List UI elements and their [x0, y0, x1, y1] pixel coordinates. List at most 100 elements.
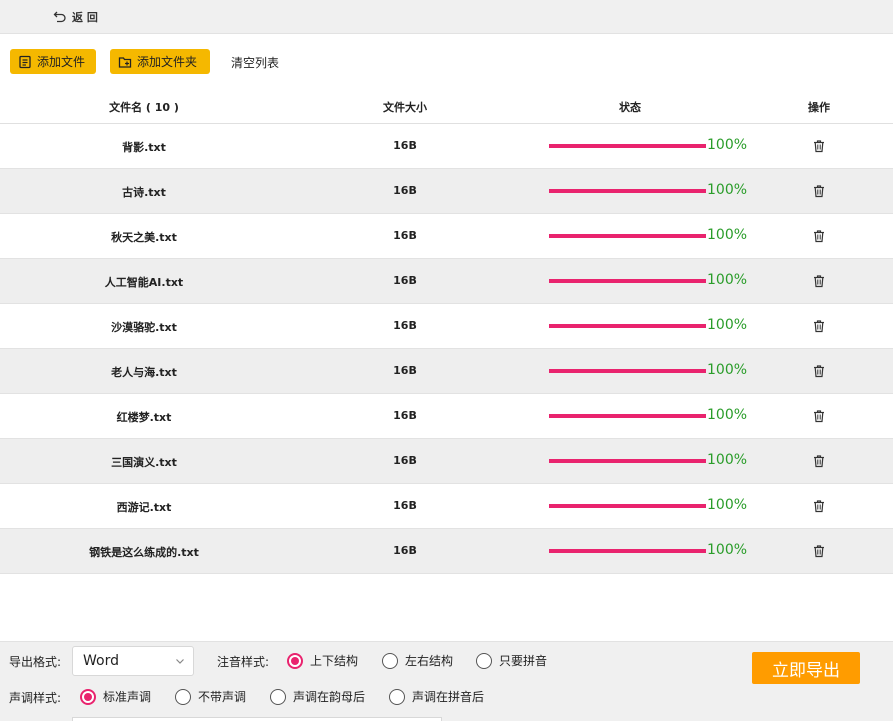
- progress-bar: [549, 324, 706, 328]
- trash-icon[interactable]: [812, 364, 826, 378]
- add-folder-button[interactable]: 添加文件夹: [110, 49, 210, 74]
- progress-percent: 100%: [707, 542, 748, 558]
- tone-option-label: 不带声调: [198, 690, 247, 704]
- file-size: 16B: [393, 499, 417, 512]
- radio-dot: [80, 688, 96, 705]
- table-row: 古诗.txt 16B 100%: [0, 169, 893, 214]
- progress-bar: [549, 279, 706, 283]
- progress-bar: [549, 369, 706, 373]
- progress-bar: [549, 549, 706, 553]
- file-name: 沙漠骆驼.txt: [111, 321, 177, 334]
- phonetic-radio-pinyin-only[interactable]: 只要拼音: [476, 652, 547, 669]
- progress-percent: 100%: [707, 182, 748, 198]
- top-bar: 返 回: [0, 0, 893, 34]
- progress-bar-fill: [549, 459, 706, 463]
- trash-icon[interactable]: [812, 319, 826, 333]
- file-table-body: 背影.txt 16B 100% 古诗.txt 16B 100% 秋天之美.txt 16B 100…: [0, 124, 893, 574]
- file-size: 16B: [393, 454, 417, 467]
- table-row: 老人与海.txt 16B 100%: [0, 349, 893, 394]
- file-size: 16B: [393, 274, 417, 287]
- table-row: 西游记.txt 16B 100%: [0, 484, 893, 529]
- trash-icon[interactable]: [812, 229, 826, 243]
- progress-bar-fill: [549, 324, 706, 328]
- progress-bar-fill: [549, 504, 706, 508]
- progress-bar: [549, 189, 706, 193]
- tone-option-label: 声调在韵母后: [293, 690, 366, 704]
- file-name: 红楼梦.txt: [116, 411, 172, 424]
- file-size: 16B: [393, 229, 417, 242]
- chevron-down-icon: [176, 659, 184, 664]
- radio-dot: [270, 688, 286, 705]
- progress-bar-fill: [549, 144, 706, 148]
- phonetic-radio-top-bottom[interactable]: 上下结构: [287, 652, 358, 669]
- progress-bar-fill: [549, 279, 706, 283]
- export-options-panel: 导出格式: Word 注音样式: 上下结构 左右结构 只要拼音 声调样式: 标准…: [0, 641, 893, 721]
- trash-icon[interactable]: [812, 139, 826, 153]
- table-row: 钢铁是这么练成的.txt 16B 100%: [0, 529, 893, 574]
- tone-style-label: 声调样式:: [9, 691, 62, 705]
- file-size: 16B: [393, 319, 417, 332]
- undo-arrow-icon: [53, 11, 66, 23]
- progress-percent: 100%: [707, 497, 748, 513]
- clear-list-link[interactable]: 清空列表: [231, 54, 279, 71]
- radio-dot: [476, 652, 492, 669]
- progress-percent: 100%: [707, 317, 748, 333]
- add-file-label: 添加文件: [37, 55, 86, 69]
- trash-icon[interactable]: [812, 544, 826, 558]
- file-size: 16B: [393, 139, 417, 152]
- folder-add-icon: [118, 56, 132, 68]
- back-button[interactable]: 返 回: [53, 9, 98, 25]
- file-size: 16B: [393, 364, 417, 377]
- progress-bar-fill: [549, 369, 706, 373]
- radio-dot: [389, 688, 405, 705]
- back-label: 返 回: [72, 11, 98, 24]
- progress-percent: 100%: [707, 272, 748, 288]
- progress-bar-fill: [549, 234, 706, 238]
- table-row: 红楼梦.txt 16B 100%: [0, 394, 893, 439]
- table-header: 文件名 ( 10 ) 文件大小 状态 操作: [0, 90, 893, 124]
- trash-icon[interactable]: [812, 274, 826, 288]
- export-format-select[interactable]: Word: [72, 646, 194, 676]
- progress-percent: 100%: [707, 452, 748, 468]
- progress-bar-fill: [549, 549, 706, 553]
- export-now-button[interactable]: 立即导出: [752, 652, 860, 684]
- table-row: 秋天之美.txt 16B 100%: [0, 214, 893, 259]
- progress-percent: 100%: [707, 362, 748, 378]
- trash-icon[interactable]: [812, 409, 826, 423]
- progress-percent: 100%: [707, 227, 748, 243]
- export-format-value: Word: [83, 653, 119, 669]
- radio-dot: [287, 652, 303, 669]
- file-name: 古诗.txt: [122, 186, 166, 199]
- progress-bar: [549, 414, 706, 418]
- progress-bar: [549, 234, 706, 238]
- tone-option-label: 标准声调: [103, 690, 152, 704]
- tone-radio-none[interactable]: 不带声调: [175, 688, 246, 705]
- trash-icon[interactable]: [812, 184, 826, 198]
- table-row: 沙漠骆驼.txt 16B 100%: [0, 304, 893, 349]
- trash-icon[interactable]: [812, 499, 826, 513]
- output-path-field[interactable]: [72, 717, 442, 721]
- radio-dot: [382, 652, 398, 669]
- toolbar: 添加文件 添加文件夹 清空列表: [0, 34, 893, 90]
- document-icon: [19, 55, 31, 68]
- export-format-label: 导出格式:: [9, 655, 62, 669]
- file-name: 人工智能AI.txt: [104, 276, 184, 289]
- trash-icon[interactable]: [812, 454, 826, 468]
- progress-bar: [549, 459, 706, 463]
- add-folder-label: 添加文件夹: [137, 55, 198, 69]
- file-name: 背影.txt: [122, 141, 166, 154]
- table-row: 三国演义.txt 16B 100%: [0, 439, 893, 484]
- tone-radio-standard[interactable]: 标准声调: [80, 688, 151, 705]
- file-name: 三国演义.txt: [111, 456, 177, 469]
- progress-bar: [549, 144, 706, 148]
- phonetic-radio-left-right[interactable]: 左右结构: [382, 652, 453, 669]
- radio-dot: [175, 688, 191, 705]
- file-name: 秋天之美.txt: [111, 231, 177, 244]
- table-row: 背影.txt 16B 100%: [0, 124, 893, 169]
- add-file-button[interactable]: 添加文件: [10, 49, 96, 74]
- column-header-filename: 文件名 ( 10 ): [109, 101, 179, 114]
- tone-radio-after-final[interactable]: 声调在韵母后: [270, 688, 365, 705]
- tone-option-label: 声调在拼音后: [412, 690, 485, 704]
- progress-percent: 100%: [707, 137, 748, 153]
- tone-radio-after-pinyin[interactable]: 声调在拼音后: [389, 688, 484, 705]
